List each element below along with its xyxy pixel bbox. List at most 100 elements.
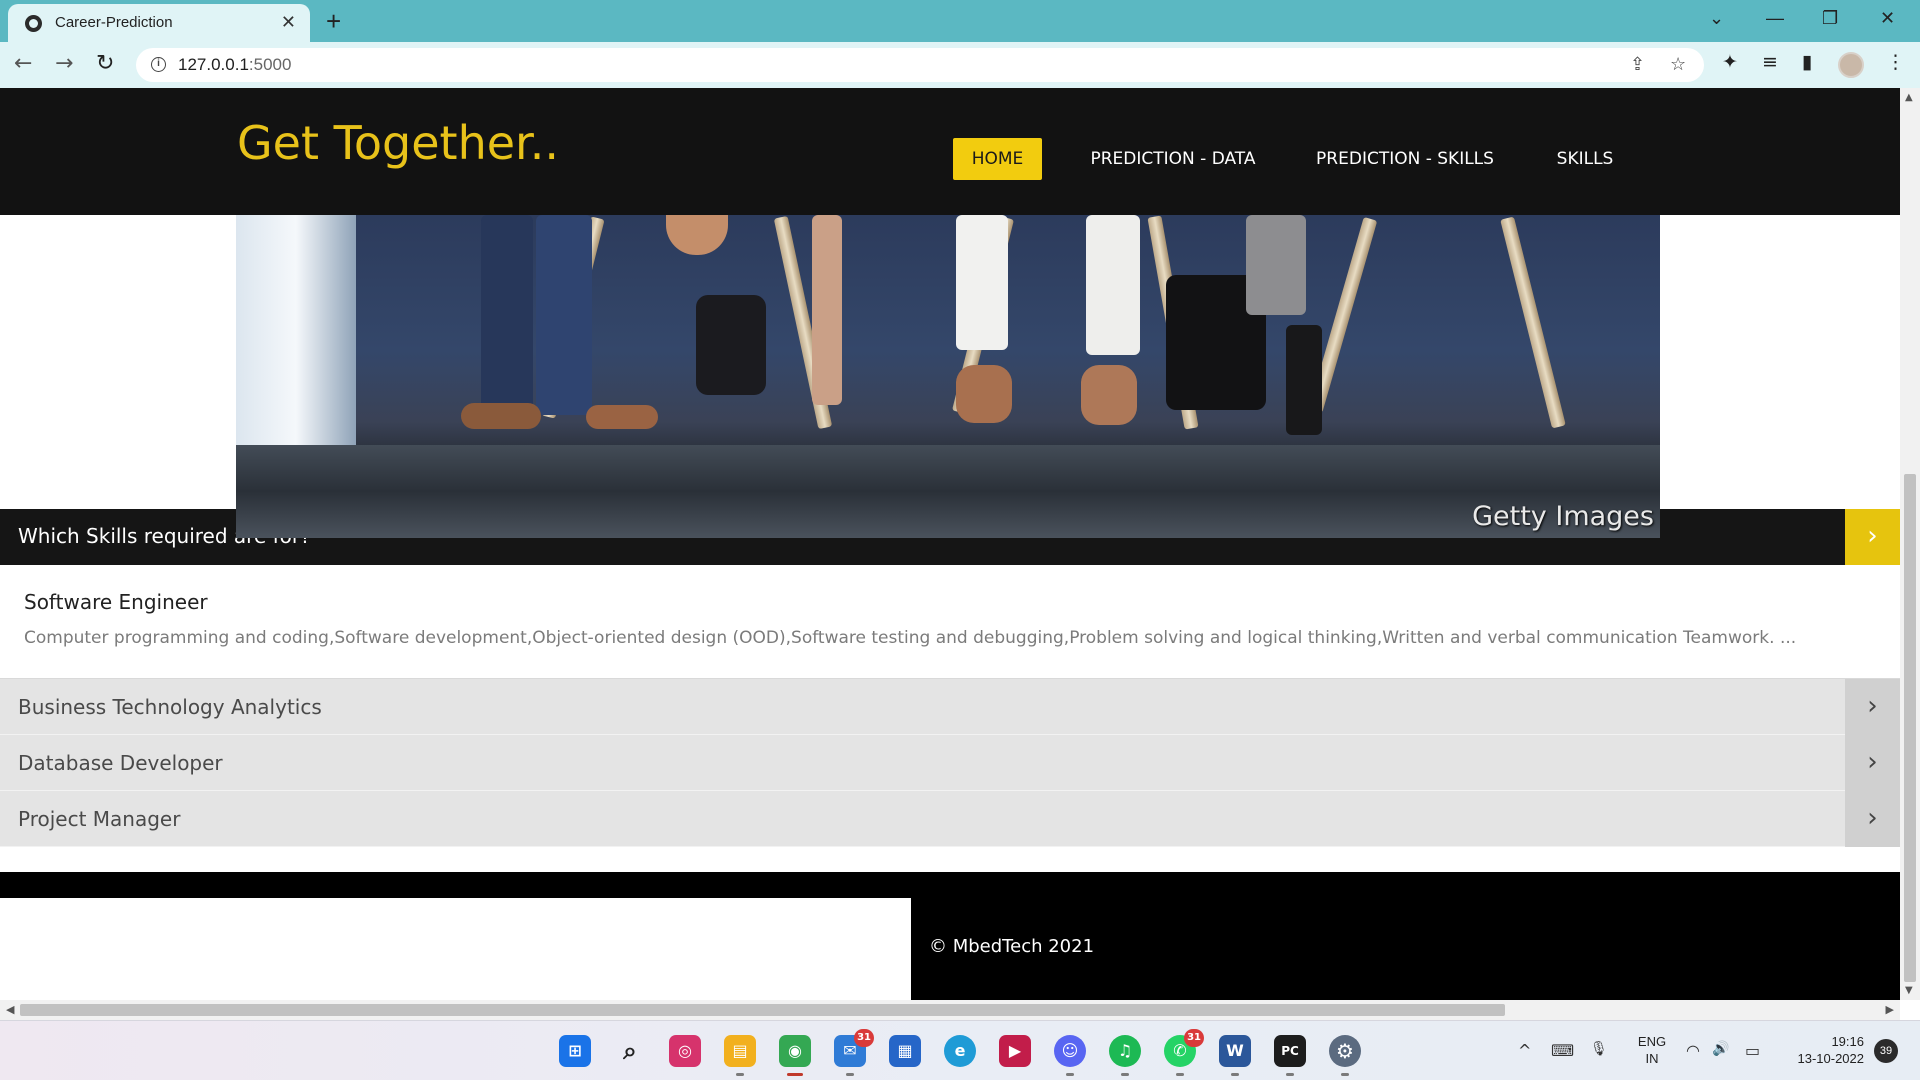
site-brand[interactable]: Get Together.. bbox=[237, 116, 559, 170]
accordion-item-software-engineer[interactable]: Software Engineer Computer programming a… bbox=[0, 565, 1900, 679]
extensions-icon[interactable]: ✦ bbox=[1722, 51, 1738, 73]
shoe bbox=[956, 365, 1012, 423]
footer-copyright: © MbedTech 2021 bbox=[929, 936, 1095, 957]
language-region: IN bbox=[1645, 1051, 1659, 1066]
restore-button[interactable]: ❐ bbox=[1822, 8, 1838, 29]
vertical-scroll-thumb[interactable] bbox=[1904, 474, 1916, 982]
mail-icon[interactable]: ✉ 31 bbox=[834, 1029, 874, 1076]
search-icon[interactable]: ⌕ bbox=[614, 1035, 646, 1067]
spotify-icon[interactable]: ♫ bbox=[1109, 1035, 1141, 1076]
person-leg bbox=[956, 215, 1008, 350]
chair-leg bbox=[1500, 216, 1566, 429]
nav-home[interactable]: HOME bbox=[953, 138, 1042, 180]
nav-skills[interactable]: SKILLS bbox=[1548, 138, 1622, 180]
word-icon[interactable]: W bbox=[1219, 1035, 1251, 1076]
accordion-item-project-manager[interactable]: Project Manager › bbox=[0, 791, 1900, 847]
url-host: 127.0.0.1 bbox=[178, 55, 249, 74]
pycharm-glyph: PC bbox=[1281, 1044, 1299, 1058]
close-window-button[interactable]: ✕ bbox=[1880, 8, 1895, 29]
media-app-icon[interactable]: ▶ bbox=[999, 1035, 1031, 1067]
discord-icon[interactable]: ☺ bbox=[1054, 1035, 1086, 1076]
chevron-right-icon[interactable]: › bbox=[1845, 679, 1900, 735]
browser-toolbar: ← → ↻ i 127.0.0.1:5000 ⇪ ☆ bbox=[0, 42, 1920, 88]
tab-close-icon[interactable]: ✕ bbox=[281, 12, 296, 33]
chevron-up-icon[interactable]: ^ bbox=[1518, 1041, 1531, 1060]
boot bbox=[1286, 325, 1322, 435]
site-info-icon[interactable]: i bbox=[151, 57, 166, 72]
clock[interactable]: 19:16 13-10-2022 bbox=[1780, 1033, 1865, 1067]
forward-button[interactable]: → bbox=[55, 51, 73, 76]
new-tab-button[interactable]: + bbox=[326, 6, 341, 37]
chrome-icon[interactable]: ◉ bbox=[779, 1035, 811, 1076]
running-indicator bbox=[846, 1073, 854, 1076]
discord-glyph: ☺ bbox=[1061, 1041, 1079, 1060]
shoe bbox=[1081, 365, 1137, 425]
getty-images-credit: Getty Images bbox=[1472, 501, 1654, 532]
share-icon[interactable]: ⇪ bbox=[1630, 54, 1645, 75]
nav-prediction-skills[interactable]: PREDICTION - SKILLS bbox=[1310, 138, 1500, 180]
chevron-right-icon[interactable]: › bbox=[1845, 735, 1900, 791]
file-explorer-glyph: ▤ bbox=[732, 1041, 748, 1060]
bookmark-star-icon[interactable]: ☆ bbox=[1670, 54, 1686, 75]
running-indicator bbox=[1341, 1073, 1349, 1076]
address-bar[interactable]: i 127.0.0.1:5000 ⇪ ☆ bbox=[136, 48, 1704, 82]
person-leg bbox=[481, 215, 533, 410]
pycharm-icon[interactable]: PC bbox=[1274, 1035, 1306, 1076]
active-indicator bbox=[787, 1073, 803, 1076]
microphone-icon[interactable]: 🎙 bbox=[1590, 1041, 1608, 1057]
running-indicator bbox=[1121, 1073, 1129, 1076]
accordion-item-business-technology-analytics[interactable]: Business Technology Analytics › bbox=[0, 679, 1900, 735]
settings-icon[interactable]: ⚙ bbox=[1329, 1035, 1361, 1076]
keyboard-icon[interactable]: ⌨ bbox=[1551, 1041, 1574, 1060]
horizontal-scroll-thumb[interactable] bbox=[20, 1004, 1505, 1016]
notifications-badge[interactable]: 39 bbox=[1874, 1039, 1898, 1063]
footer: © MbedTech 2021 bbox=[911, 898, 1900, 1000]
spotify-glyph: ♫ bbox=[1117, 1041, 1133, 1060]
profile-avatar[interactable] bbox=[1838, 52, 1864, 78]
chevron-right-icon[interactable]: › bbox=[1845, 791, 1900, 847]
wifi-icon[interactable]: ◠ bbox=[1686, 1041, 1700, 1060]
scroll-down-arrow-icon[interactable]: ▼ bbox=[1905, 985, 1913, 996]
chevron-right-icon[interactable]: › bbox=[1845, 509, 1900, 565]
footer-bar bbox=[0, 872, 1900, 898]
person-leg bbox=[812, 215, 842, 405]
scroll-up-arrow-icon[interactable]: ▲ bbox=[1905, 92, 1913, 103]
file-explorer-icon[interactable]: ▤ bbox=[724, 1035, 756, 1076]
language-indicator[interactable]: ENG IN bbox=[1634, 1033, 1670, 1067]
tab-search-icon[interactable]: ⌄ bbox=[1709, 8, 1724, 29]
browser-menu-icon[interactable]: ⋮ bbox=[1886, 51, 1905, 73]
tab-title: Career-Prediction bbox=[55, 14, 173, 31]
vertical-scrollbar[interactable]: ▲ ▼ bbox=[1900, 88, 1920, 1000]
running-indicator bbox=[1176, 1073, 1184, 1076]
whatsapp-glyph: ✆ bbox=[1173, 1041, 1187, 1060]
side-panel-icon[interactable]: ▮ bbox=[1802, 51, 1812, 73]
reload-button[interactable]: ↻ bbox=[96, 51, 114, 76]
instagram-icon[interactable]: ◎ bbox=[669, 1035, 701, 1067]
person-leg bbox=[1086, 215, 1140, 355]
running-indicator bbox=[1286, 1073, 1294, 1076]
start-icon[interactable]: ⊞ bbox=[559, 1035, 591, 1067]
store-icon[interactable]: ▦ bbox=[889, 1035, 921, 1067]
horizontal-scrollbar[interactable]: ◀ ▶ bbox=[0, 1000, 1900, 1020]
whatsapp-badge: 31 bbox=[1184, 1029, 1204, 1047]
clock-date: 13-10-2022 bbox=[1797, 1051, 1865, 1066]
media-control-icon[interactable]: ≡ bbox=[1762, 51, 1778, 73]
windows-taskbar: ⊞ ⌕ ◎ ▤ ◉ ✉ 31 ▦ e ▶ ☺ ♫ ✆ 31 W PC ⚙ ^ ⌨ 🎙… bbox=[0, 1020, 1920, 1080]
whatsapp-icon[interactable]: ✆ 31 bbox=[1164, 1029, 1204, 1076]
minimize-button[interactable]: — bbox=[1766, 8, 1784, 29]
volume-icon[interactable]: 🔊 bbox=[1712, 1041, 1729, 1057]
browser-tab[interactable]: Career-Prediction ✕ bbox=[8, 4, 310, 42]
hero-image: Getty Images bbox=[236, 215, 1660, 538]
item-label: Project Manager bbox=[18, 807, 181, 831]
scroll-left-arrow-icon[interactable]: ◀ bbox=[6, 1003, 14, 1016]
word-glyph: W bbox=[1226, 1041, 1244, 1060]
scroll-right-arrow-icon[interactable]: ▶ bbox=[1886, 1003, 1894, 1016]
chrome-glyph: ◉ bbox=[788, 1041, 802, 1060]
page-viewport: Get Together.. HOME PREDICTION - DATA PR… bbox=[0, 88, 1900, 1000]
running-indicator bbox=[736, 1073, 744, 1076]
nav-prediction-data[interactable]: PREDICTION - DATA bbox=[1080, 138, 1266, 180]
edge-icon[interactable]: e bbox=[944, 1035, 976, 1067]
accordion-item-database-developer[interactable]: Database Developer › bbox=[0, 735, 1900, 791]
back-button[interactable]: ← bbox=[14, 51, 32, 76]
battery-icon[interactable]: ▭ bbox=[1745, 1041, 1760, 1060]
